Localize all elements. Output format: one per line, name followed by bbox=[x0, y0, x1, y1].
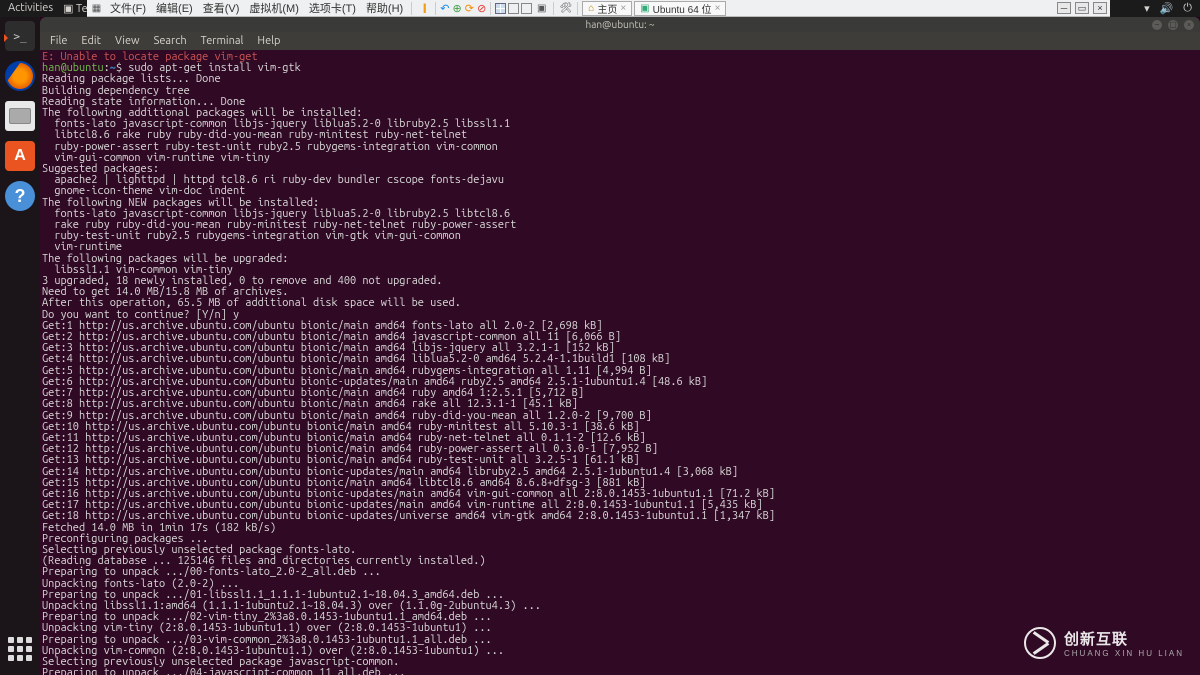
vm-menu-edit[interactable]: 编辑(E) bbox=[152, 0, 197, 16]
show-applications-icon[interactable] bbox=[8, 637, 32, 661]
unity-icon[interactable]: ▣ bbox=[534, 1, 549, 16]
vm-menu-file[interactable]: 文件(F) bbox=[106, 0, 150, 16]
activities-button[interactable]: Activities bbox=[8, 2, 53, 15]
menu-terminal[interactable]: Terminal bbox=[195, 35, 250, 47]
close-icon[interactable]: × bbox=[620, 3, 626, 14]
launcher-firefox[interactable] bbox=[5, 61, 35, 91]
volume-icon[interactable]: 🔊 bbox=[1160, 2, 1174, 15]
snapshot-icons[interactable]: ↶ ⊕ ⟳ ⊘ bbox=[440, 2, 486, 15]
menu-edit[interactable]: Edit bbox=[75, 35, 107, 47]
close-icon[interactable]: × bbox=[715, 3, 721, 14]
vmware-toolbar: ▦ 文件(F) 编辑(E) 查看(V) 虚拟机(M) 选项卡(T) 帮助(H) … bbox=[87, 0, 1110, 17]
launcher-help[interactable] bbox=[5, 181, 35, 211]
launcher-files[interactable] bbox=[5, 101, 35, 131]
window-title: han@ubuntu: ~ bbox=[585, 19, 654, 30]
watermark-text: 创新互联 bbox=[1064, 628, 1184, 649]
vm-menu-help[interactable]: 帮助(H) bbox=[362, 0, 407, 16]
vm-menu-view[interactable]: 查看(V) bbox=[199, 0, 244, 16]
launcher-software[interactable] bbox=[5, 141, 35, 171]
minimize-icon[interactable]: － bbox=[1057, 2, 1071, 14]
win-min-icon[interactable]: – bbox=[1152, 20, 1162, 30]
window-titlebar[interactable]: han@ubuntu: ~ – ▢ × bbox=[40, 17, 1200, 32]
network-icon[interactable]: ▾ bbox=[1144, 2, 1150, 15]
launcher-terminal[interactable] bbox=[5, 21, 35, 51]
watermark: 创新互联 CHUANG XIN HU LIAN bbox=[1024, 627, 1184, 659]
vm-menu-tabs[interactable]: 选项卡(T) bbox=[305, 0, 360, 16]
fit-icon[interactable] bbox=[508, 3, 519, 14]
monitor-icon: ▣ bbox=[640, 3, 649, 14]
watermark-subtext: CHUANG XIN HU LIAN bbox=[1064, 649, 1184, 658]
menu-search[interactable]: Search bbox=[148, 35, 193, 47]
menu-view[interactable]: View bbox=[109, 35, 146, 47]
win-max-icon[interactable]: ▢ bbox=[1168, 20, 1178, 30]
win-close-icon[interactable]: × bbox=[1184, 20, 1194, 30]
vm-menu-vm[interactable]: 虚拟机(M) bbox=[245, 0, 303, 16]
maximize-icon[interactable]: ▭ bbox=[1075, 2, 1089, 14]
ubuntu-launcher bbox=[0, 17, 40, 675]
thumbnail-icon[interactable] bbox=[495, 3, 506, 14]
vmw-logo-icon: ▦ bbox=[89, 1, 104, 16]
vm-tab-ubuntu[interactable]: ▣Ubuntu 64 位× bbox=[634, 1, 726, 16]
menu-file[interactable]: File bbox=[44, 35, 73, 47]
watermark-logo-icon bbox=[1024, 627, 1056, 659]
fullscreen-icon[interactable] bbox=[521, 3, 532, 14]
close-icon[interactable]: × bbox=[1093, 2, 1107, 14]
terminal-menubar: File Edit View Search Terminal Help bbox=[40, 32, 1200, 50]
vm-tab-home[interactable]: ⌂主页× bbox=[582, 1, 632, 16]
menu-help[interactable]: Help bbox=[251, 35, 286, 47]
home-icon: ⌂ bbox=[588, 3, 594, 14]
power-icon[interactable]: ⏻ bbox=[1183, 2, 1192, 15]
tools-icon[interactable]: 🛠 bbox=[558, 1, 573, 16]
terminal-output[interactable]: E: Unable to locate package vim-get han@… bbox=[40, 50, 1200, 675]
pause-icon[interactable]: || bbox=[416, 1, 431, 16]
